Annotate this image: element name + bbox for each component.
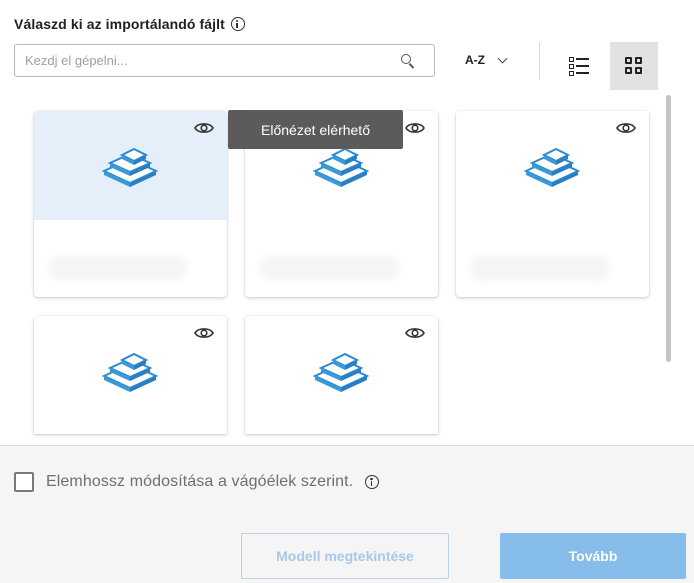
- sort-label: A-Z: [465, 53, 485, 67]
- eye-icon[interactable]: [405, 121, 425, 135]
- grid-view-icon: [625, 57, 643, 75]
- file-card[interactable]: [245, 316, 438, 434]
- scrollbar-thumb[interactable]: [666, 95, 671, 362]
- file-card[interactable]: [34, 111, 227, 297]
- next-button[interactable]: Tovább: [500, 533, 686, 579]
- file-name-blurred: [48, 255, 188, 281]
- file-picker-panel: Válaszd ki az importálandó fájlt A-Z: [0, 0, 694, 446]
- file-card[interactable]: [456, 111, 649, 297]
- file-name-blurred: [470, 255, 610, 281]
- toolbar-divider: [539, 42, 540, 80]
- adjust-length-label[interactable]: Elemhossz módosítása a vágóélek szerint.: [46, 473, 353, 491]
- view-model-button[interactable]: Modell megtekintése: [241, 533, 449, 579]
- 3d-model-icon: [522, 147, 582, 187]
- file-name-blurred: [259, 255, 399, 281]
- preview-tooltip: Előnézet elérhető: [228, 110, 403, 149]
- grid-view-button[interactable]: [610, 42, 658, 90]
- info-icon[interactable]: [230, 17, 245, 31]
- 3d-model-icon: [100, 352, 160, 392]
- sort-dropdown[interactable]: A-Z: [465, 50, 508, 70]
- adjust-length-option: Elemhossz módosítása a vágóélek szerint.: [14, 472, 380, 492]
- list-view-button[interactable]: [555, 42, 603, 90]
- search-box: [14, 44, 435, 77]
- eye-icon[interactable]: [405, 326, 425, 340]
- eye-icon[interactable]: [194, 121, 214, 135]
- 3d-model-icon: [100, 147, 160, 187]
- chevron-down-icon: [497, 53, 508, 63]
- search-input[interactable]: [25, 53, 394, 68]
- file-card[interactable]: [34, 316, 227, 434]
- eye-icon[interactable]: [194, 326, 214, 340]
- list-view-icon: [569, 57, 589, 76]
- eye-icon[interactable]: [616, 121, 636, 135]
- 3d-model-icon: [311, 147, 371, 187]
- page-title: Válaszd ki az importálandó fájlt: [14, 16, 225, 32]
- 3d-model-icon: [311, 352, 371, 392]
- dialog-header: Válaszd ki az importálandó fájlt: [14, 13, 245, 35]
- info-icon[interactable]: [365, 475, 380, 489]
- search-icon[interactable]: [400, 53, 416, 69]
- adjust-length-checkbox[interactable]: [14, 472, 34, 492]
